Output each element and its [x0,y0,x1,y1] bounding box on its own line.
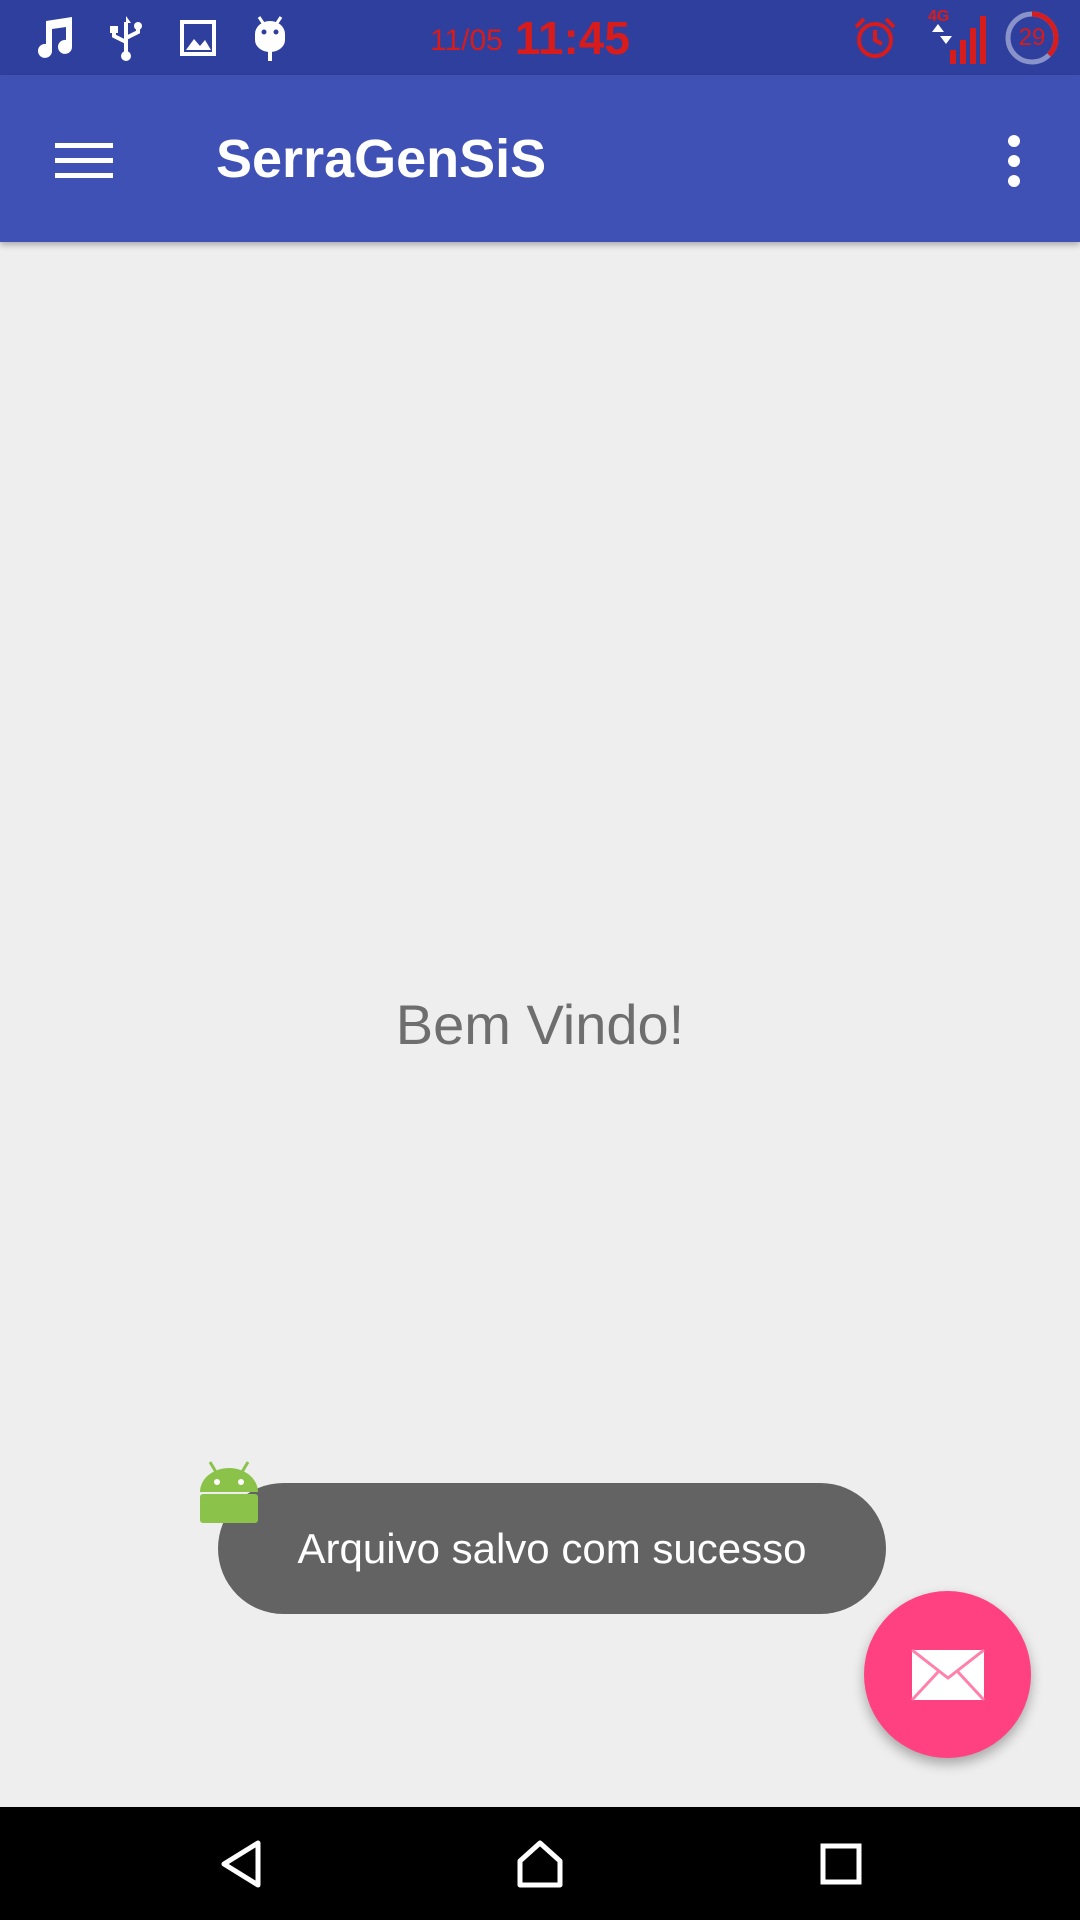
hamburger-menu-icon[interactable] [36,113,132,209]
image-icon [176,0,220,75]
back-icon[interactable] [176,1807,306,1920]
status-time: 11:45 [514,11,630,64]
android-debug-icon [248,0,292,75]
app-bar: SerraGenSiS [0,75,1080,242]
signal-icon: 4G [926,0,990,75]
music-note-icon [28,0,80,75]
home-icon[interactable] [475,1807,605,1920]
toast-text: Arquivo salvo com sucesso [297,1524,807,1572]
status-date: 11/05 [430,23,503,57]
app-title: SerraGenSiS [216,128,547,189]
status-bar: 11/05 11:45 4G 29 [0,0,1080,75]
status-clock: 11/05 11:45 [430,0,630,75]
battery-icon: 29 [1002,0,1062,75]
mail-icon [910,1648,986,1702]
mail-fab-button[interactable] [864,1591,1031,1758]
recents-icon[interactable] [776,1807,906,1920]
welcome-text: Bem Vindo! [395,993,685,1056]
battery-level: 29 [1018,23,1046,51]
navigation-bar [0,1807,1080,1920]
alarm-icon [850,0,900,75]
toast-message: Arquivo salvo com sucesso [218,1483,886,1614]
usb-icon [104,0,148,75]
more-vert-icon[interactable] [966,113,1062,209]
android-robot-icon [196,1460,262,1528]
